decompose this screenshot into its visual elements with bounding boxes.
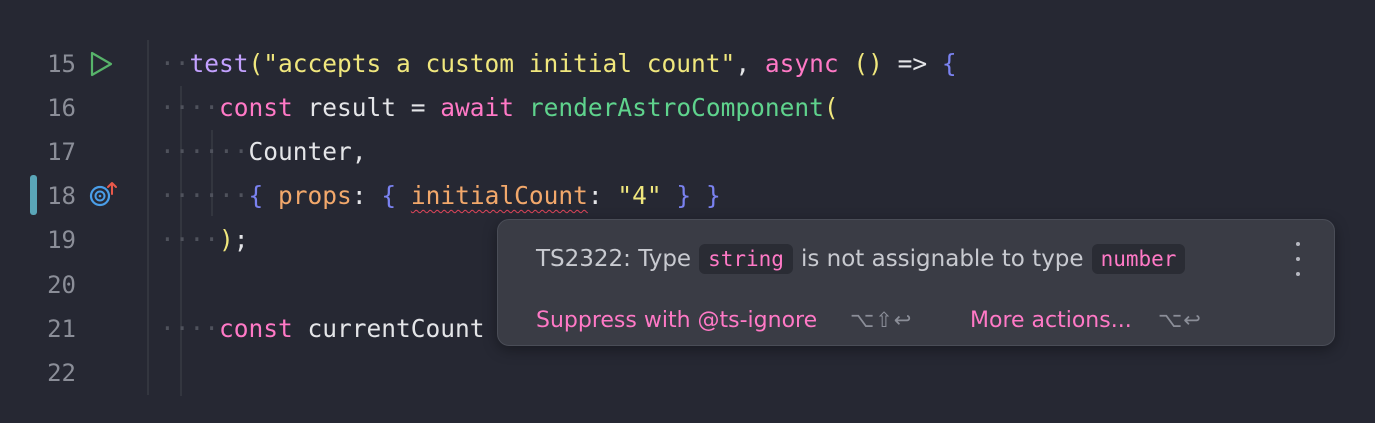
- keyword: async: [764, 49, 839, 78]
- kebab-dot: [1296, 242, 1300, 246]
- property-name: props: [278, 181, 352, 210]
- target-icon[interactable]: [88, 180, 120, 212]
- punctuation: :: [587, 181, 618, 210]
- brace: }: [676, 181, 692, 210]
- more-vertical-icon[interactable]: [1288, 242, 1308, 276]
- code-editor[interactable]: 15 16 17 18 19 20 21 22 ··test("accepts …: [0, 0, 1375, 423]
- identifier: result =: [292, 93, 441, 122]
- type-chip-from: string: [699, 244, 793, 274]
- run-test-icon[interactable]: [88, 51, 114, 77]
- punctuation: ;: [233, 225, 249, 254]
- code-line-17[interactable]: ······Counter,: [160, 130, 367, 174]
- suppress-ts-ignore-link[interactable]: Suppress with @ts-ignore: [536, 308, 817, 333]
- string-literal: "accepts a custom initial count": [263, 49, 736, 78]
- identifier: currentCount: [292, 314, 485, 343]
- code-line-21[interactable]: ····const currentCount: [160, 307, 485, 351]
- suppress-shortcut-hint: ⌥⇧↩: [850, 308, 913, 332]
- brace: {: [248, 181, 264, 210]
- line-number: 22: [47, 359, 76, 387]
- line-number: 20: [47, 271, 76, 299]
- whitespace-marker: ······: [160, 181, 249, 210]
- keyword: await: [440, 93, 515, 122]
- paren: (: [823, 93, 839, 122]
- string-literal: "4": [617, 181, 662, 210]
- error-message-middle: is not assignable to type: [800, 246, 1084, 272]
- more-actions-link[interactable]: More actions...: [970, 308, 1132, 333]
- code-line-18[interactable]: ······{ props: { initialCount: "4" } }: [160, 174, 721, 218]
- keyword: const: [219, 314, 293, 343]
- gutter-divider: [147, 40, 149, 395]
- line-number: 21: [47, 315, 76, 343]
- type-chip-to: number: [1091, 244, 1186, 274]
- brace: {: [381, 181, 397, 210]
- whitespace-marker: ····: [160, 314, 220, 343]
- line-number: 19: [47, 226, 76, 254]
- paren: (: [248, 49, 264, 78]
- identifier: Counter,: [248, 137, 367, 166]
- more-actions-shortcut-hint: ⌥↩: [1158, 308, 1202, 332]
- keyword: const: [219, 93, 293, 122]
- line-number: 16: [47, 94, 76, 122]
- error-tooltip-popup: TS2322: Type string is not assignable to…: [497, 219, 1335, 346]
- code-line-15[interactable]: ··test("accepts a custom initial count",…: [160, 42, 957, 86]
- function-call: renderAstroComponent: [528, 93, 824, 122]
- punctuation: ,: [735, 49, 765, 78]
- line-number: 17: [47, 138, 76, 166]
- brace: {: [941, 49, 957, 78]
- line-number: 15: [47, 50, 76, 78]
- error-property-name[interactable]: initialCount: [411, 181, 588, 210]
- whitespace-marker: ··: [160, 49, 190, 78]
- code-line-16[interactable]: ····const result = await renderAstroComp…: [160, 86, 839, 130]
- whitespace-marker: ······: [160, 137, 249, 166]
- error-message-prefix: TS2322: Type: [536, 246, 692, 272]
- punctuation: :: [351, 181, 382, 210]
- whitespace-marker: ····: [160, 93, 220, 122]
- paren: ): [219, 225, 234, 254]
- function-name: test: [189, 49, 249, 78]
- arrow-operator: =>: [882, 49, 942, 78]
- brace: }: [705, 181, 721, 210]
- line-number: 18: [47, 182, 76, 210]
- whitespace-marker: ····: [160, 225, 220, 254]
- paren: (): [853, 49, 883, 78]
- code-line-19[interactable]: ····);: [160, 218, 249, 262]
- kebab-dot: [1296, 272, 1300, 276]
- kebab-dot: [1296, 257, 1300, 261]
- error-message: TS2322: Type string is not assignable to…: [536, 240, 1193, 278]
